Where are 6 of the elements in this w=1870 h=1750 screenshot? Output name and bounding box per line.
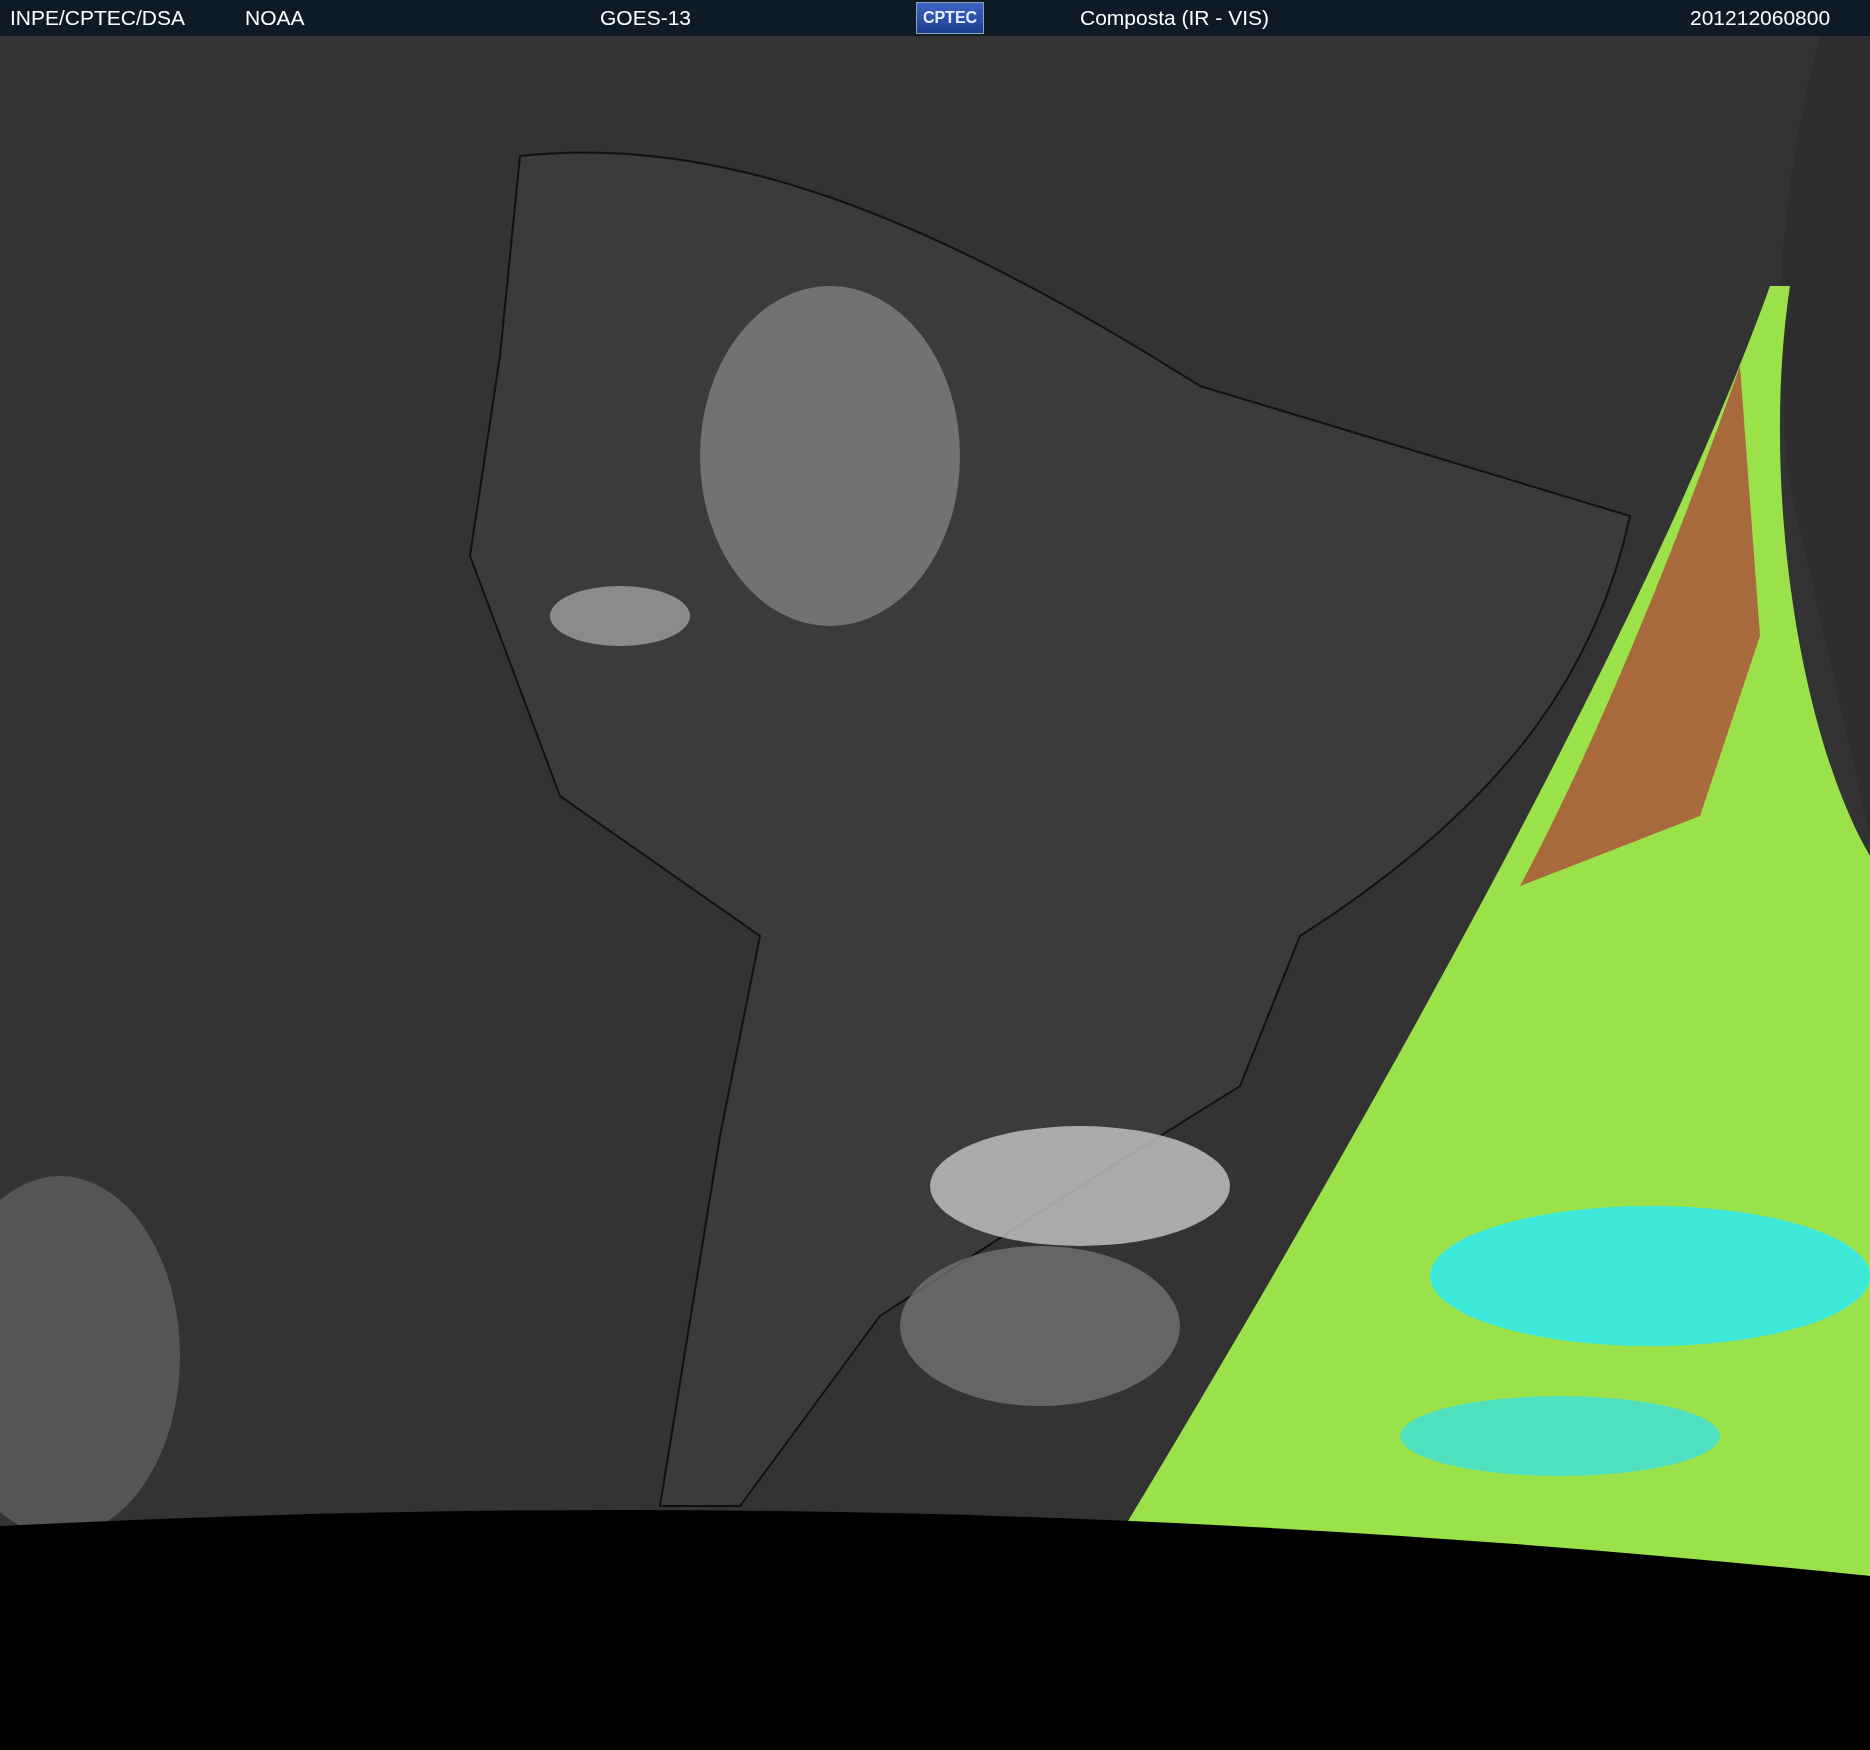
product-label: Composta (IR - VIS) — [1080, 6, 1271, 30]
timestamp-label: 201212060800 — [1690, 6, 1832, 30]
agency-label: NOAA — [245, 6, 306, 30]
source-label: INPE/CPTEC/DSA — [10, 6, 187, 30]
satellite-label: GOES-13 — [600, 6, 693, 30]
logo: CPTEC — [916, 2, 984, 34]
